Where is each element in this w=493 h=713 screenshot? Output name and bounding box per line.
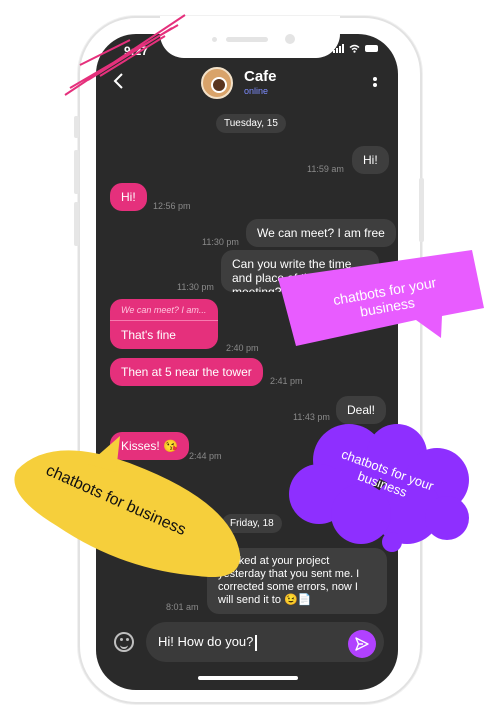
message-time: 2:41 pm <box>270 376 303 386</box>
sensor <box>212 37 217 42</box>
signal-icon <box>333 44 344 53</box>
volume-down-button <box>74 202 79 246</box>
message-text: That's fine <box>121 328 176 342</box>
message-bubble: Hi! <box>352 146 389 174</box>
status-icons <box>333 44 378 53</box>
contact-status: online <box>244 86 269 96</box>
power-button <box>419 178 424 242</box>
quoted-message: We can meet? I am... <box>110 299 218 321</box>
message-bubble: Deal! <box>336 396 387 424</box>
avatar[interactable] <box>201 67 233 99</box>
back-button[interactable] <box>112 70 124 96</box>
date-separator: Tuesday, 15 <box>216 114 286 133</box>
battery-icon <box>365 45 378 52</box>
chevron-left-icon <box>113 73 123 89</box>
message-time: 2:40 pm <box>226 343 259 353</box>
message-bubble: We can meet? I am free <box>246 219 396 247</box>
speaker <box>226 37 268 42</box>
reply-message: We can meet? I am... That's fine <box>110 299 218 349</box>
contact-name: Cafe <box>244 68 277 85</box>
message-time: 11:43 pm <box>293 412 330 422</box>
message-time: 11:30 pm <box>177 282 214 292</box>
vertical-dots-icon <box>373 77 377 87</box>
message-bubble: Then at 5 near the tower <box>110 358 263 386</box>
side-button <box>74 116 79 138</box>
send-icon <box>355 637 369 651</box>
chat-header: Cafe online <box>96 60 398 108</box>
message-time: 11:30 pm <box>202 237 239 247</box>
message-time: 11:59 am <box>307 164 344 174</box>
home-indicator <box>198 676 298 680</box>
menu-button[interactable] <box>372 75 378 91</box>
message-time: 12:56 pm <box>153 201 191 211</box>
composer-bar: Hi! How do you? <box>96 614 398 674</box>
text-caret <box>255 634 258 651</box>
message-bubble: Hi! <box>110 183 147 211</box>
input-text: Hi! How do you? <box>158 634 254 649</box>
front-camera <box>285 34 295 44</box>
emoji-icon[interactable] <box>114 632 134 652</box>
message-time: 8:01 am <box>166 602 199 612</box>
send-button[interactable] <box>348 630 376 658</box>
wifi-icon <box>349 44 360 53</box>
volume-up-button <box>74 150 79 194</box>
